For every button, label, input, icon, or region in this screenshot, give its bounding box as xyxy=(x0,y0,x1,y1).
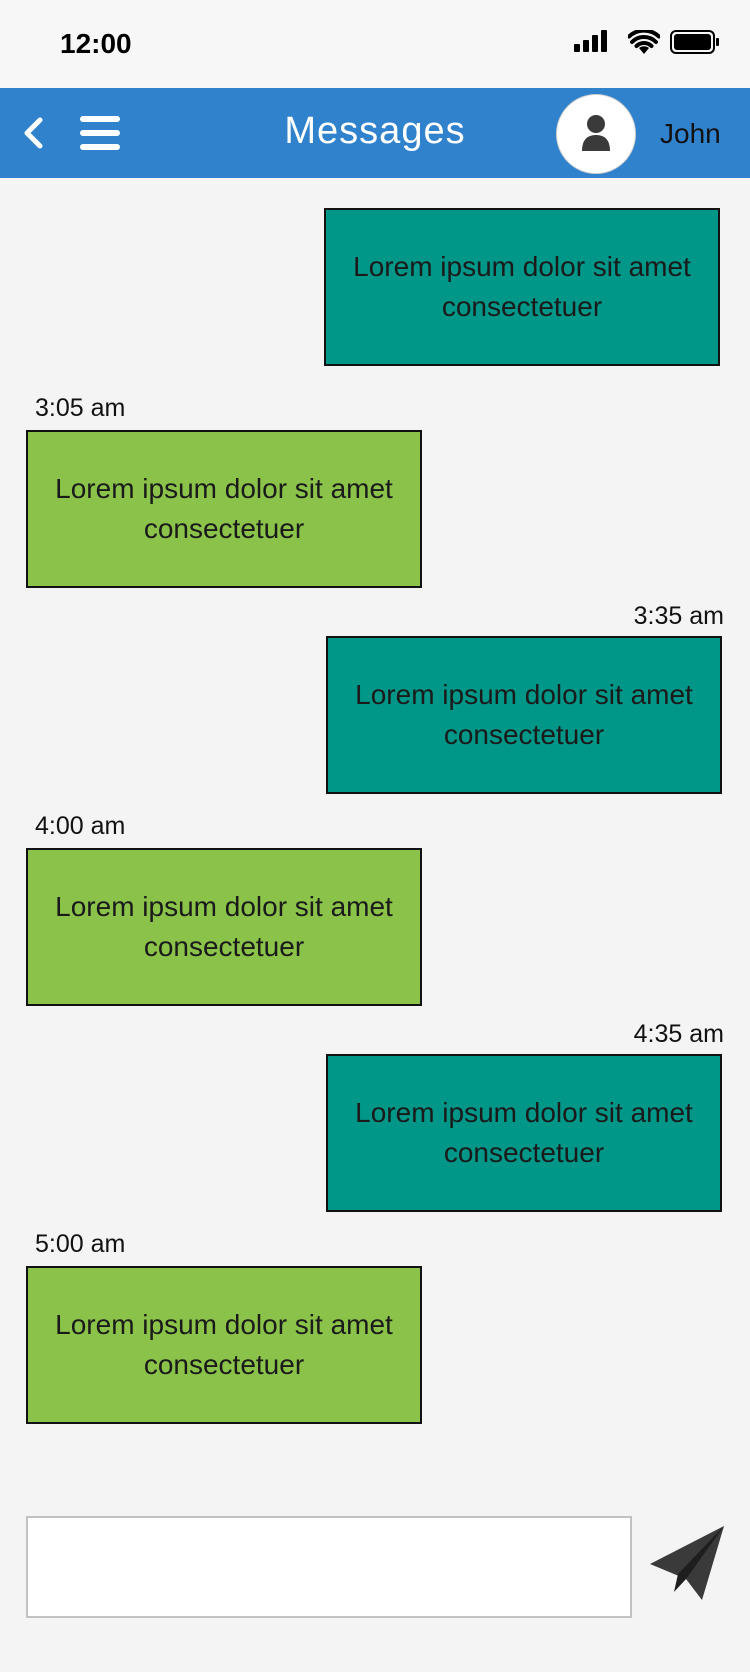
send-button[interactable] xyxy=(648,1524,724,1600)
user-icon xyxy=(582,115,610,151)
avatar[interactable] xyxy=(556,94,636,174)
message-time: 3:35 am xyxy=(633,602,724,630)
message-input[interactable] xyxy=(26,1516,632,1618)
message-bubble-received[interactable]: Lorem ipsum dolor sit amet consectetuer xyxy=(26,848,422,1006)
message-time: 4:35 am xyxy=(633,1020,724,1048)
message-bubble-sent[interactable]: Lorem ipsum dolor sit amet consectetuer xyxy=(324,208,720,366)
wifi-icon xyxy=(628,30,660,54)
battery-icon xyxy=(670,30,719,54)
page-title: Messages xyxy=(284,110,466,152)
status-time: 12:00 xyxy=(60,28,132,59)
header: Messages John xyxy=(0,88,750,178)
message-bubble-sent[interactable]: Lorem ipsum dolor sit amet consectetuer xyxy=(326,1054,722,1212)
message-bubble-received[interactable]: Lorem ipsum dolor sit amet consectetuer xyxy=(26,1266,422,1424)
message-bubble-received[interactable]: Lorem ipsum dolor sit amet consectetuer xyxy=(26,430,422,588)
signal-icon xyxy=(574,30,607,52)
message-time: 3:05 am xyxy=(35,394,126,422)
user-name[interactable]: John xyxy=(660,118,721,150)
status-bar: 12:00 xyxy=(0,0,750,88)
message-time: 5:00 am xyxy=(35,1230,126,1258)
message-time: 4:00 am xyxy=(35,812,126,840)
paper-plane-icon xyxy=(650,1526,724,1600)
message-bubble-sent[interactable]: Lorem ipsum dolor sit amet consectetuer xyxy=(326,636,722,794)
